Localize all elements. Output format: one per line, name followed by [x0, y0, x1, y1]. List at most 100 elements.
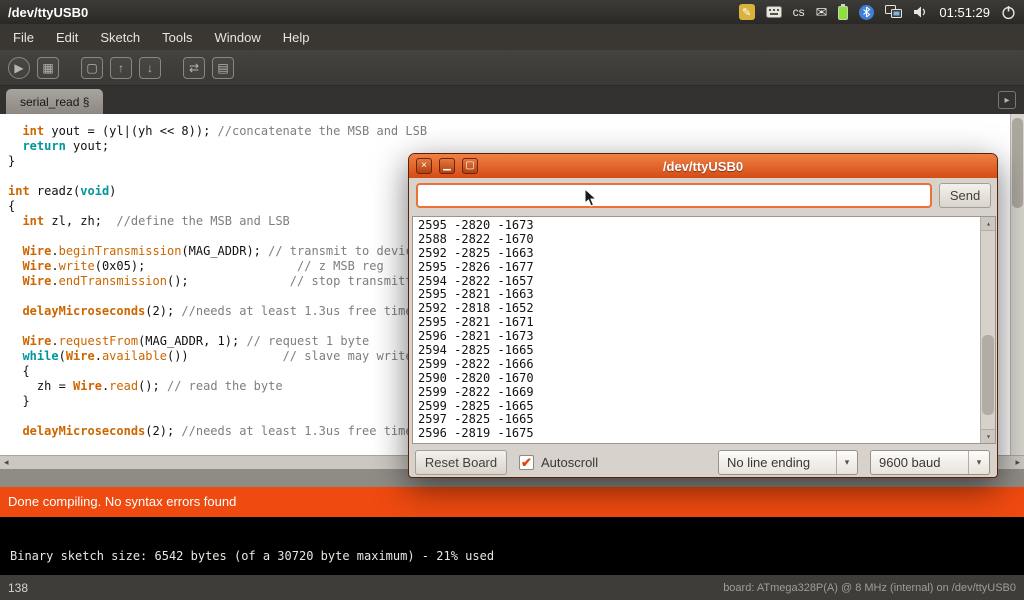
code-token: //needs at least 1.3us free time	[181, 424, 412, 438]
code-token	[8, 214, 22, 228]
code-token	[8, 244, 22, 258]
code-token	[8, 349, 22, 363]
code-token: {	[8, 364, 30, 378]
code-line: return yout;	[8, 139, 1024, 154]
serial-output-line: 2592 -2818 -1652	[418, 302, 995, 316]
code-token: while	[22, 349, 58, 363]
session-menu-icon[interactable]	[1001, 4, 1016, 20]
compile-status-bar: Done compiling. No syntax errors found	[0, 487, 1024, 517]
code-token: .	[51, 334, 58, 348]
serial-output-line: 2599 -2825 -1665	[418, 400, 995, 414]
menu-window[interactable]: Window	[205, 26, 269, 49]
code-token: .	[95, 349, 102, 363]
code-token: return	[22, 139, 65, 153]
hscroll-left-arrow-icon[interactable]: ◂	[0, 457, 13, 468]
menu-edit[interactable]: Edit	[47, 26, 87, 49]
serial-scrollbar[interactable]: ▴ ▾	[980, 217, 995, 443]
autoscroll-checkbox[interactable]: ✔	[519, 455, 534, 470]
chevron-down-icon[interactable]: ▾	[836, 451, 857, 474]
stop-button[interactable]: ▦	[37, 57, 59, 79]
code-token: //concatenate the MSB and LSB	[218, 124, 428, 138]
menu-tools[interactable]: Tools	[153, 26, 201, 49]
baud-rate-value: 9600 baud	[871, 451, 968, 474]
code-token: int	[22, 124, 44, 138]
code-token: (2);	[145, 304, 181, 318]
caret-line-number: 138	[0, 581, 28, 595]
hscroll-right-arrow-icon[interactable]: ▸	[1011, 457, 1024, 468]
serial-output-line: 2596 -2821 -1673	[418, 330, 995, 344]
serial-monitor-title: /dev/ttyUSB0	[409, 159, 997, 174]
code-token: // read the byte	[167, 379, 283, 393]
code-token: Wire	[22, 274, 51, 288]
clock[interactable]: 01:51:29	[939, 4, 990, 20]
menu-sketch[interactable]: Sketch	[91, 26, 149, 49]
battery-icon[interactable]	[838, 4, 848, 20]
serial-output-line: 2595 -2820 -1673	[418, 219, 995, 233]
serial-output-area[interactable]: 2595 -2820 -16732588 -2822 -16702592 -28…	[412, 216, 996, 444]
top-panel: /dev/ttyUSB0 ✎ cs ✉ 01:51:29	[0, 0, 1024, 24]
minimize-icon[interactable]: ▁	[439, 158, 455, 174]
baud-rate-dropdown[interactable]: 9600 baud ▾	[870, 450, 990, 475]
window-buttons: × ▁ ▢	[409, 158, 478, 174]
send-button[interactable]: Send	[939, 183, 991, 208]
code-token	[8, 424, 22, 438]
code-token: (MAG_ADDR, 1);	[138, 334, 246, 348]
close-icon[interactable]: ×	[416, 158, 432, 174]
bluetooth-icon[interactable]	[859, 5, 874, 20]
code-token: ();	[138, 379, 167, 393]
build-console: Binary sketch size: 6542 bytes (of a 307…	[0, 517, 1024, 575]
editor-vertical-scrollbar-thumb[interactable]	[1012, 118, 1023, 208]
code-token: Wire	[22, 334, 51, 348]
verify-button[interactable]: ▶	[8, 57, 30, 79]
serial-output-line: 2590 -2820 -1670	[418, 372, 995, 386]
mail-icon[interactable]: ✉	[816, 4, 828, 20]
code-token: yout = (yl|(yh << 8));	[44, 124, 217, 138]
serial-monitor-window: /dev/ttyUSB0 × ▁ ▢ Send 2595 -2820 -1673…	[408, 153, 998, 478]
serial-monitor-button[interactable]: ▤	[212, 57, 234, 79]
upload-button[interactable]: ⇄	[183, 57, 205, 79]
menu-help[interactable]: Help	[274, 26, 319, 49]
volume-icon[interactable]	[913, 4, 928, 20]
serial-output-line: 2594 -2825 -1665	[418, 344, 995, 358]
keyboard-layout-indicator[interactable]: cs	[793, 4, 805, 20]
code-token: Wire	[22, 259, 51, 273]
tab-menu-button[interactable]: ▸	[998, 91, 1016, 109]
network-icon[interactable]	[885, 4, 902, 20]
serial-send-input[interactable]	[416, 183, 932, 208]
desktop-root: /dev/ttyUSB0 ✎ cs ✉ 01:51:29	[0, 0, 1024, 600]
code-token: .	[51, 274, 58, 288]
code-token: void	[80, 184, 109, 198]
reset-board-button[interactable]: Reset Board	[415, 450, 507, 475]
save-button[interactable]: ↓	[139, 57, 161, 79]
focused-window-title: /dev/ttyUSB0	[0, 5, 88, 20]
new-sketch-button[interactable]: ▢	[81, 57, 103, 79]
code-token	[8, 139, 22, 153]
code-token: // z MSB reg	[297, 259, 384, 273]
serial-output-line: 2599 -2822 -1669	[418, 386, 995, 400]
code-token: .	[51, 244, 58, 258]
serial-scrollbar-thumb[interactable]	[982, 335, 994, 415]
code-token: .	[51, 259, 58, 273]
code-token: requestFrom	[59, 334, 138, 348]
editor-vertical-scrollbar[interactable]	[1010, 114, 1024, 455]
code-token: int	[8, 184, 30, 198]
code-token: write	[59, 259, 95, 273]
open-button[interactable]: ↑	[110, 57, 132, 79]
code-token: Wire	[22, 244, 51, 258]
notes-indicator-icon[interactable]: ✎	[739, 4, 755, 20]
tab-serial-read[interactable]: serial_read §	[6, 89, 103, 114]
serial-monitor-titlebar[interactable]: /dev/ttyUSB0 × ▁ ▢	[409, 154, 997, 178]
code-token: ();	[167, 274, 290, 288]
line-ending-dropdown[interactable]: No line ending ▾	[718, 450, 858, 475]
maximize-icon[interactable]: ▢	[462, 158, 478, 174]
code-line: int yout = (yl|(yh << 8)); //concatenate…	[8, 124, 1024, 139]
scroll-up-arrow-icon[interactable]: ▴	[981, 217, 996, 231]
serial-output-line: 2594 -2822 -1657	[418, 275, 995, 289]
chevron-down-icon[interactable]: ▾	[968, 451, 989, 474]
menu-file[interactable]: File	[4, 26, 43, 49]
code-token	[8, 274, 22, 288]
code-token: {	[8, 199, 15, 213]
code-token	[8, 124, 22, 138]
keyboard-layout-icon[interactable]	[766, 4, 782, 20]
scroll-down-arrow-icon[interactable]: ▾	[981, 429, 996, 443]
